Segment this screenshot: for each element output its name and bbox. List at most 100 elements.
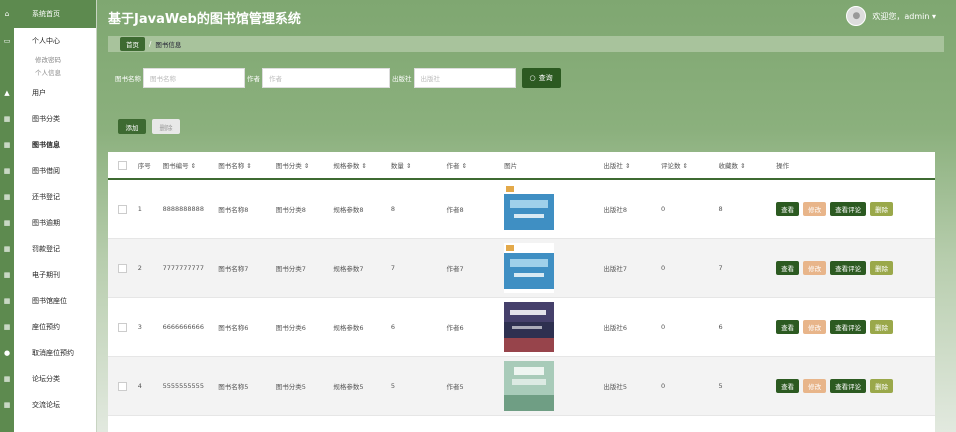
sidebar-item-book-info[interactable]: ▦ 图书信息 <box>0 132 96 158</box>
row-checkbox[interactable] <box>118 204 128 214</box>
cell-image <box>504 361 603 411</box>
cell-comments: 0 <box>660 205 666 213</box>
cell-publisher: 出版社7 <box>603 265 628 273</box>
sidebar-item-label: 图书分类 <box>32 115 60 123</box>
sidebar-item-fine[interactable]: ▦ 罚款登记 <box>0 236 96 262</box>
batch-delete-button[interactable]: 删除 <box>152 119 180 134</box>
edit-button[interactable]: 修改 <box>803 379 827 393</box>
home-icon: ⌂ <box>0 1 14 27</box>
sidebar-item-book-borrow[interactable]: ▦ 图书借阅 <box>0 158 96 184</box>
sidebar-item-label: 用户 <box>32 89 46 97</box>
sidebar-item-forum-category[interactable]: ▦ 论坛分类 <box>0 366 96 392</box>
user-menu[interactable]: ● 欢迎您，admin ▾ <box>846 6 936 26</box>
row-actions: 查看 修改 查看评论 删除 <box>776 379 935 393</box>
sidebar: ⌂ 系统首页 ▭ 个人中心 修改密码 个人信息 ▲ 用户 ▦ 图书分类 ▦ 图书… <box>0 0 97 432</box>
cell-favorites: 8 <box>718 205 723 213</box>
sidebar-item-cancel-booking[interactable]: ● 取消座位预约 <box>0 340 96 366</box>
cell-category: 图书分类5 <box>275 383 306 391</box>
sidebar-item-book-category[interactable]: ▦ 图书分类 <box>0 106 96 132</box>
sidebar-item-label: 图书逾期 <box>32 219 60 227</box>
cell-qty: 7 <box>390 264 396 272</box>
col-header-spec[interactable]: 规格参数 ⇕ <box>333 160 391 170</box>
table-row: 4 5555555555 图书名称5 图书分类5 规格参数5 5 作者5 出版社… <box>108 357 935 416</box>
col-header-name[interactable]: 图书名称 ⇕ <box>218 160 276 170</box>
breadcrumb-home[interactable]: 首页 <box>120 37 145 51</box>
row-select-cell[interactable] <box>108 381 138 391</box>
view-button[interactable]: 查看 <box>776 320 800 334</box>
sidebar-item-overdue[interactable]: ▦ 图书逾期 <box>0 210 96 236</box>
publisher-input[interactable]: 出版社 <box>413 68 516 88</box>
book-cover-image <box>504 184 555 234</box>
row-checkbox[interactable] <box>118 322 128 332</box>
cell-spec: 规格参数7 <box>333 265 364 273</box>
view-comments-button[interactable]: 查看评论 <box>830 379 867 393</box>
sidebar-subitem-change-password[interactable]: 修改密码 <box>0 54 96 67</box>
cell-name: 图书名称7 <box>218 265 249 273</box>
sidebar-item-journal[interactable]: ▦ 电子期刊 <box>0 262 96 288</box>
cell-author: 作者8 <box>446 206 464 214</box>
cell-favorites: 5 <box>718 382 723 390</box>
view-button[interactable]: 查看 <box>776 379 800 393</box>
row-actions: 查看 修改 查看评论 删除 <box>776 202 935 216</box>
grid-icon: ▦ <box>0 262 14 288</box>
cell-publisher: 出版社6 <box>603 324 628 332</box>
sidebar-item-users[interactable]: ▲ 用户 <box>0 80 96 106</box>
row-checkbox[interactable] <box>118 263 128 273</box>
table-header: 序号 图书编号 ⇕ 图书名称 ⇕ 图书分类 ⇕ 规格参数 ⇕ 数量 ⇕ 作者 ⇕… <box>108 152 935 180</box>
sidebar-item-home[interactable]: ⌂ 系统首页 <box>0 0 96 28</box>
cell-author: 作者7 <box>446 265 464 273</box>
cell-favorites: 7 <box>718 264 723 272</box>
row-select-cell[interactable] <box>108 322 138 332</box>
cell-author: 作者5 <box>446 383 464 391</box>
col-header-qty[interactable]: 数量 ⇕ <box>391 160 447 170</box>
col-header-code[interactable]: 图书编号 ⇕ <box>163 160 219 170</box>
grid-icon: ▦ <box>0 314 14 340</box>
view-button[interactable]: 查看 <box>776 202 800 216</box>
row-checkbox[interactable] <box>118 381 128 391</box>
col-header-favorites[interactable]: 收藏数 ⇕ <box>719 160 777 170</box>
sidebar-item-return[interactable]: ▦ 还书登记 <box>0 184 96 210</box>
sidebar-item-label: 图书信息 <box>32 141 60 149</box>
sidebar-item-profile-center[interactable]: ▭ 个人中心 <box>0 28 96 54</box>
grid-icon: ▦ <box>0 288 14 314</box>
grid-icon: ▦ <box>0 210 14 236</box>
row-select-cell[interactable] <box>108 204 138 214</box>
cell-category: 图书分类8 <box>275 206 306 214</box>
select-all-checkbox[interactable] <box>118 160 128 170</box>
col-header-publisher[interactable]: 出版社 ⇕ <box>603 160 661 170</box>
delete-button[interactable]: 删除 <box>870 379 894 393</box>
view-comments-button[interactable]: 查看评论 <box>830 202 867 216</box>
breadcrumb-separator: / <box>149 40 152 48</box>
delete-button[interactable]: 删除 <box>870 202 894 216</box>
sidebar-item-forum[interactable]: ▦ 交流论坛 <box>0 392 96 418</box>
edit-button[interactable]: 修改 <box>803 261 827 275</box>
view-button[interactable]: 查看 <box>776 261 800 275</box>
col-header-author[interactable]: 作者 ⇕ <box>447 160 505 170</box>
app-title: 基于JavaWeb的图书馆管理系统 <box>108 12 301 27</box>
sidebar-item-label: 图书馆座位 <box>32 297 67 305</box>
pin-icon: ● <box>0 340 14 366</box>
delete-button[interactable]: 删除 <box>870 261 894 275</box>
col-header-category[interactable]: 图书分类 ⇕ <box>276 160 334 170</box>
sidebar-item-label: 个人中心 <box>32 37 60 45</box>
edit-button[interactable]: 修改 <box>803 202 827 216</box>
search-icon: ○ <box>529 74 536 82</box>
add-button[interactable]: 添加 <box>118 119 146 134</box>
select-all-cell[interactable] <box>108 160 138 170</box>
view-comments-button[interactable]: 查看评论 <box>830 320 867 334</box>
sidebar-item-seat-booking[interactable]: ▦ 座位预约 <box>0 314 96 340</box>
view-comments-button[interactable]: 查看评论 <box>830 261 867 275</box>
col-header-comments[interactable]: 评论数 ⇕ <box>661 160 719 170</box>
row-select-cell[interactable] <box>108 263 138 273</box>
book-name-input[interactable]: 图书名称 <box>143 68 245 88</box>
publisher-label: 出版社 <box>392 75 412 83</box>
table-row: 1 8888888888 图书名称8 图书分类8 规格参数8 8 作者8 出版社… <box>108 180 935 239</box>
delete-button[interactable]: 删除 <box>870 320 894 334</box>
sidebar-item-seats[interactable]: ▦ 图书馆座位 <box>0 288 96 314</box>
sidebar-subitem-personal-info[interactable]: 个人信息 <box>0 67 96 80</box>
author-input[interactable]: 作者 <box>262 68 390 88</box>
edit-button[interactable]: 修改 <box>803 320 827 334</box>
search-button[interactable]: ○ 查询 <box>521 68 561 88</box>
table-row <box>108 416 935 432</box>
col-header-index: 序号 <box>137 162 151 170</box>
